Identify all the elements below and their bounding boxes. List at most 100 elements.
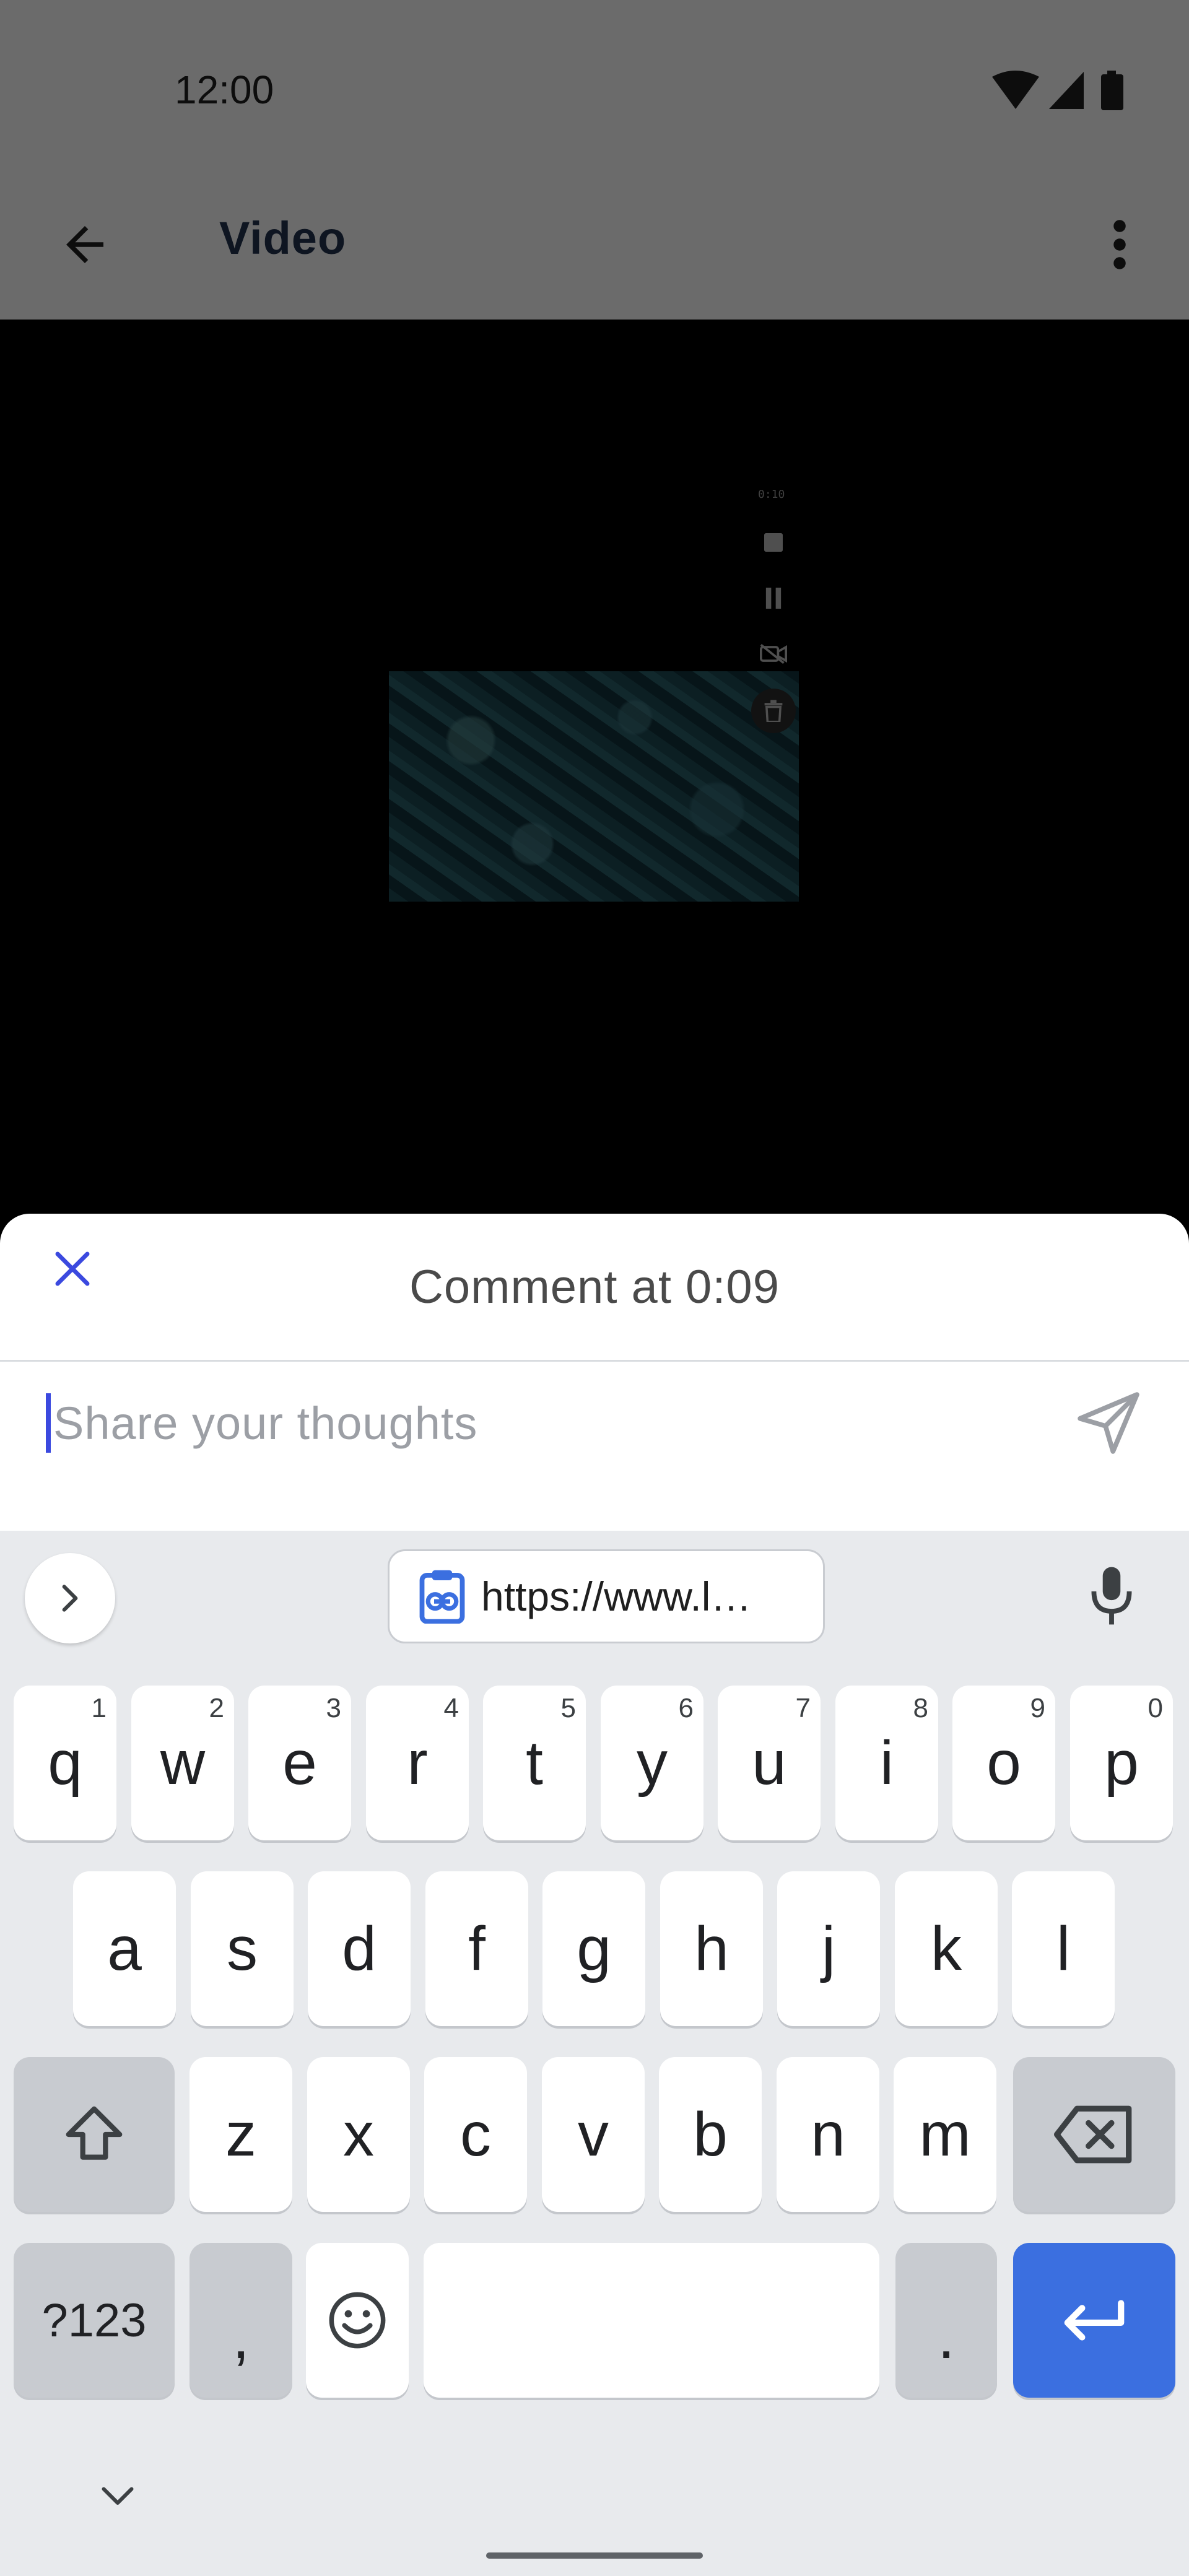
send-icon	[1078, 1392, 1139, 1454]
key-e[interactable]: e3	[248, 1686, 351, 1840]
key-a[interactable]: a	[73, 1871, 176, 2026]
period-key[interactable]: .	[895, 2243, 997, 2398]
key-hint: 9	[1030, 1693, 1045, 1723]
page-title: Video	[219, 212, 347, 264]
key-hint: 0	[1148, 1693, 1163, 1723]
status-bar: 12:00	[0, 0, 1189, 180]
key-hint: 1	[91, 1693, 107, 1723]
key-p[interactable]: p0	[1070, 1686, 1173, 1840]
video-player[interactable]: 0:10	[0, 320, 1189, 1214]
on-screen-keyboard: https://www.l… q1w2e3r4t5y6u7i8o9p0 asdf…	[0, 1531, 1189, 2576]
space-key[interactable]	[424, 2243, 879, 2398]
symbols-key[interactable]: ?123	[14, 2243, 175, 2398]
key-label: w	[160, 1728, 206, 1798]
keyboard-expand-button[interactable]	[25, 1553, 115, 1643]
text-caret	[46, 1393, 51, 1453]
key-v[interactable]: v	[542, 2057, 645, 2212]
key-s[interactable]: s	[191, 1871, 294, 2026]
cellular-signal-icon	[1049, 72, 1084, 109]
key-hint: 6	[678, 1693, 694, 1723]
key-d[interactable]: d	[308, 1871, 411, 2026]
voice-input-button[interactable]	[1071, 1556, 1152, 1636]
delete-button[interactable]	[749, 689, 798, 733]
key-u[interactable]: u7	[718, 1686, 821, 1840]
chevron-right-icon	[62, 1585, 78, 1612]
key-r[interactable]: r4	[366, 1686, 469, 1840]
key-f[interactable]: f	[425, 1871, 528, 2026]
send-button[interactable]	[1065, 1380, 1152, 1466]
status-time: 12:00	[175, 67, 274, 112]
status-icons	[992, 68, 1135, 113]
sheet-divider	[0, 1360, 1189, 1362]
key-h[interactable]: h	[660, 1871, 763, 2026]
stop-button[interactable]	[749, 524, 798, 561]
key-label: r	[407, 1728, 428, 1798]
microphone-icon	[1091, 1567, 1132, 1625]
back-button[interactable]	[45, 204, 125, 285]
backspace-icon	[1054, 2105, 1132, 2164]
backspace-key[interactable]	[1013, 2057, 1175, 2212]
key-label: e	[282, 1728, 317, 1798]
trash-icon	[764, 700, 783, 722]
key-label: p	[1104, 1728, 1139, 1798]
key-label: u	[752, 1728, 786, 1798]
pause-button[interactable]	[749, 580, 798, 617]
enter-key[interactable]	[1013, 2243, 1175, 2398]
key-hint: 2	[209, 1693, 224, 1723]
key-y[interactable]: y6	[601, 1686, 703, 1840]
recording-time: 0:10	[758, 488, 785, 501]
key-n[interactable]: n	[777, 2057, 879, 2212]
shift-icon	[66, 2106, 123, 2160]
comma-key[interactable]: ,	[189, 2243, 292, 2398]
key-hint: 3	[326, 1693, 341, 1723]
key-x[interactable]: x	[307, 2057, 410, 2212]
delete-button-bg	[751, 689, 796, 733]
wifi-icon	[992, 71, 1039, 109]
more-vert-icon	[1113, 220, 1126, 269]
key-w[interactable]: w2	[131, 1686, 234, 1840]
key-label: q	[48, 1728, 82, 1798]
key-t[interactable]: t5	[483, 1686, 586, 1840]
keyboard-row-4: ?123 , .	[0, 2243, 1189, 2398]
stop-icon	[764, 533, 783, 552]
shift-key[interactable]	[14, 2057, 175, 2212]
key-o[interactable]: o9	[952, 1686, 1055, 1840]
enter-icon	[1064, 2300, 1125, 2341]
key-hint: 5	[560, 1693, 576, 1723]
key-hint: 4	[443, 1693, 459, 1723]
chevron-down-icon	[102, 2487, 134, 2505]
pause-icon	[765, 588, 782, 609]
key-g[interactable]: g	[542, 1871, 645, 2026]
camera-off-button[interactable]	[749, 635, 798, 672]
comment-sheet-title: Comment at 0:09	[409, 1261, 780, 1313]
key-label: y	[637, 1728, 668, 1798]
hide-keyboard-button[interactable]	[81, 2466, 155, 2528]
key-m[interactable]: m	[894, 2057, 996, 2212]
key-label: t	[526, 1728, 543, 1798]
comment-input-placeholder: Share your thoughts	[53, 1397, 478, 1449]
battery-icon	[1101, 71, 1123, 110]
key-q[interactable]: q1	[14, 1686, 116, 1840]
key-hint: 7	[795, 1693, 811, 1723]
keyboard-row-3: zxcvbnm	[0, 2057, 1189, 2212]
emoji-key[interactable]	[306, 2243, 409, 2398]
key-i[interactable]: i8	[835, 1686, 938, 1840]
video-frame	[389, 671, 799, 902]
key-j[interactable]: j	[777, 1871, 880, 2026]
key-b[interactable]: b	[659, 2057, 762, 2212]
keyboard-row-2: asdfghjkl	[0, 1871, 1189, 2026]
comment-input[interactable]: Share your thoughts	[46, 1380, 1012, 1466]
key-c[interactable]: c	[424, 2057, 527, 2212]
clipboard-link-icon	[419, 1570, 465, 1624]
more-options-button[interactable]	[1089, 204, 1151, 285]
key-z[interactable]: z	[189, 2057, 292, 2212]
key-l[interactable]: l	[1012, 1871, 1115, 2026]
key-label: o	[986, 1728, 1021, 1798]
keyboard-row-1: q1w2e3r4t5y6u7i8o9p0	[0, 1686, 1189, 1840]
clipboard-suggestion-text: https://www.l…	[481, 1573, 752, 1619]
key-k[interactable]: k	[895, 1871, 998, 2026]
clipboard-suggestion-chip[interactable]: https://www.l…	[388, 1549, 825, 1643]
gesture-nav-handle[interactable]	[486, 2552, 703, 2559]
app-bar: Video	[0, 180, 1189, 320]
keyboard-toolbar: https://www.l…	[0, 1531, 1189, 1661]
